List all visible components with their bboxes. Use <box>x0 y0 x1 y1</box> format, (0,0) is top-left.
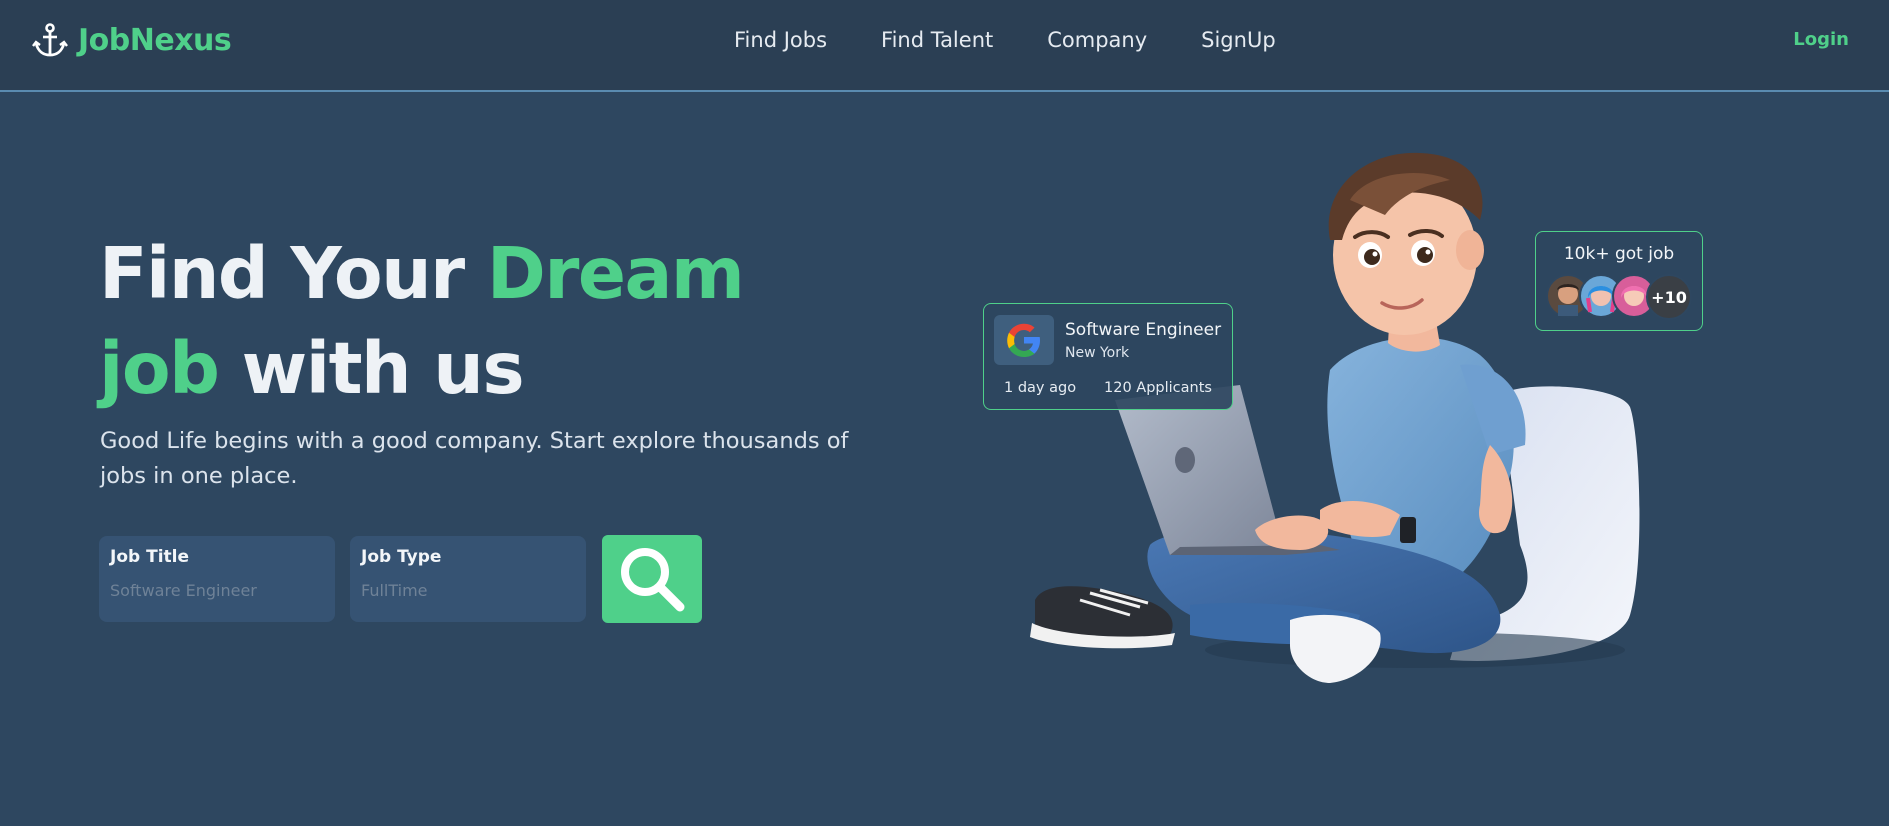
headline-line-2: job with us <box>99 321 743 416</box>
nav-find-jobs[interactable]: Find Jobs <box>734 28 827 52</box>
nav-find-talent[interactable]: Find Talent <box>881 28 993 52</box>
more-hired-count: +10 <box>1646 274 1692 320</box>
job-type-input[interactable] <box>361 581 575 600</box>
headline-accent: Dream <box>486 232 745 315</box>
brand-logo[interactable]: JobNexus <box>32 22 232 58</box>
headline-text: Find Your <box>99 232 487 315</box>
job-type-label: Job Type <box>361 547 442 567</box>
hero-subtext: Good Life begins with a good company. St… <box>100 428 849 489</box>
hero-illustration <box>1030 152 1640 683</box>
job-title-label: Job Title <box>110 547 189 567</box>
top-navbar: JobNexus Find Jobs Find Talent Company S… <box>0 0 1889 92</box>
login-link[interactable]: Login <box>1793 29 1849 50</box>
job-title-input[interactable] <box>110 581 324 600</box>
search-button[interactable] <box>602 535 702 623</box>
headline-accent: job <box>99 327 220 410</box>
job-card-title: Software Engineer <box>1065 320 1222 340</box>
brand-name: JobNexus <box>78 22 232 58</box>
headline-line-1: Find Your Dream <box>99 226 745 321</box>
anchor-icon <box>32 23 68 57</box>
google-logo-icon <box>994 315 1054 365</box>
job-card-posted: 1 day ago <box>1004 380 1077 396</box>
search-icon <box>621 548 685 612</box>
hired-badge: 10k+ got job +10 <box>1535 231 1703 331</box>
hired-count-text: 10k+ got job <box>1563 244 1675 264</box>
job-title-field[interactable]: Job Title <box>99 536 335 622</box>
job-card[interactable]: Software Engineer New York 1 day ago 120… <box>983 303 1233 410</box>
job-type-field[interactable]: Job Type <box>350 536 586 622</box>
headline-text: with us <box>218 327 525 410</box>
main-nav: Find Jobs Find Talent Company SignUp <box>734 28 1276 52</box>
nav-signup[interactable]: SignUp <box>1201 28 1276 52</box>
job-card-applicants: 120 Applicants <box>1104 380 1212 396</box>
job-card-location: New York <box>1065 345 1130 361</box>
hero-headline: Find Your Dream job with us <box>99 226 745 416</box>
nav-company[interactable]: Company <box>1047 28 1147 52</box>
